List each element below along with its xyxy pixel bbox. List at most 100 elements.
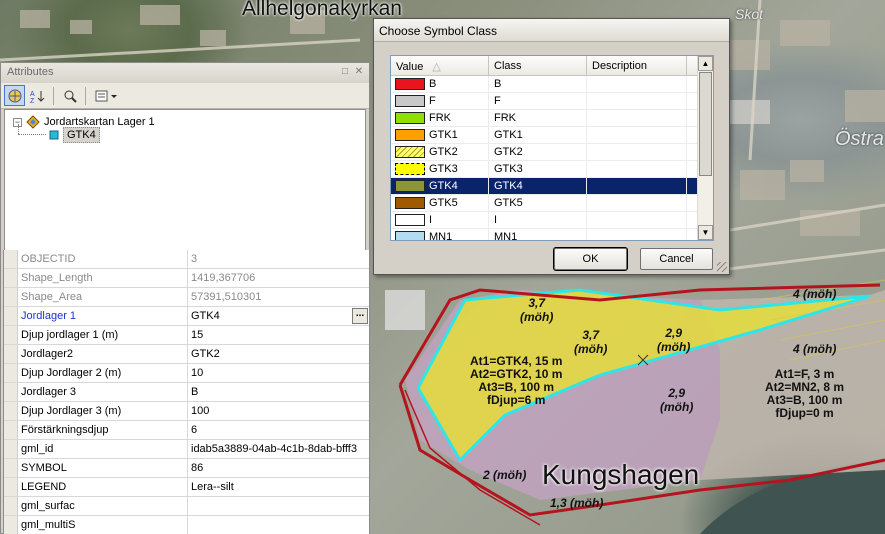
field-value[interactable]: 86 <box>188 459 369 477</box>
attribute-row[interactable]: Djup jordlager 1 (m) 15 <box>4 326 369 345</box>
symbol-class-row[interactable]: GTK4 GTK4 <box>391 178 713 195</box>
cell-description <box>587 229 687 240</box>
symbol-class-row[interactable]: GTK5 GTK5 <box>391 195 713 212</box>
list-by-layer-button[interactable] <box>4 85 25 106</box>
attribute-row[interactable]: gml_id idab5a3889-04ab-4c1b-8dab-bfff3 <box>4 440 369 459</box>
field-name: Jordlager 3 <box>18 383 188 401</box>
attribute-row[interactable]: Jordlager 3B <box>4 383 369 402</box>
field-value[interactable]: idab5a3889-04ab-4c1b-8dab-bfff3 <box>188 440 369 458</box>
symbol-class-row[interactable]: BB <box>391 76 713 93</box>
scroll-down-icon[interactable]: ▼ <box>698 225 713 240</box>
attribute-row[interactable]: Förstärkningsdjup 6 <box>4 421 369 440</box>
cell-value: F <box>391 93 489 109</box>
field-value[interactable]: 15 <box>188 326 369 344</box>
symbol-class-row[interactable]: FF <box>391 93 713 110</box>
cell-class: GTK3 <box>489 161 587 177</box>
field-name: Jordlager2 <box>18 345 188 363</box>
tree-feature-label: GTK4 <box>63 127 100 143</box>
field-name: Shape_Length <box>18 269 188 287</box>
field-value[interactable]: GTK2 <box>188 345 369 363</box>
attributes-titlebar[interactable]: Attributes □ ✕ <box>1 63 369 83</box>
map-label-district: Kungshagen <box>542 459 700 490</box>
cell-description <box>587 93 687 109</box>
field-name: LEGEND <box>18 478 188 496</box>
cell-value-text: GTK1 <box>429 129 458 141</box>
attribute-row[interactable]: Jordlager 1 GTK4... <box>4 307 369 326</box>
vertical-scrollbar[interactable]: ▲ ▼ <box>697 56 713 240</box>
attribute-row[interactable]: Shape_Length 1419,367706 <box>4 269 369 288</box>
cell-description <box>587 76 687 92</box>
attribute-row[interactable]: SYMBOL 86 <box>4 459 369 478</box>
tree-node-feature[interactable]: GTK4 <box>49 127 100 143</box>
scroll-thumb[interactable] <box>699 72 712 176</box>
attribute-row[interactable]: OBJECTID 3 <box>4 250 369 269</box>
scroll-up-icon[interactable]: ▲ <box>698 56 713 71</box>
cell-value: GTK1 <box>391 127 489 143</box>
attribute-row[interactable]: Djup Jordlager 2 (m) 10 <box>4 364 369 383</box>
field-value[interactable]: GTK4... <box>188 307 369 325</box>
field-name: Djup Jordlager 3 (m) <box>18 402 188 420</box>
column-header-value[interactable]: Value △ <box>391 56 489 75</box>
cell-value-text: GTK4 <box>429 180 458 192</box>
symbol-swatch <box>395 129 425 141</box>
symbol-class-row[interactable]: GTK2 GTK2 <box>391 144 713 161</box>
dialog-titlebar[interactable]: Choose Symbol Class <box>374 19 729 42</box>
field-value[interactable] <box>188 516 369 534</box>
field-name: Förstärkningsdjup <box>18 421 188 439</box>
column-header-class[interactable]: Class <box>489 56 587 75</box>
identify-button[interactable] <box>59 85 80 106</box>
attribute-row[interactable]: LEGEND Lera--silt <box>4 478 369 497</box>
attribute-row[interactable]: Jordlager2 GTK2 <box>4 345 369 364</box>
field-value: 1419,367706 <box>188 269 369 287</box>
restore-icon[interactable]: □ <box>339 66 351 78</box>
row-gutter <box>4 440 18 458</box>
cell-class: F <box>489 93 587 109</box>
sort-arrow-icon: △ <box>432 61 441 73</box>
row-gutter <box>4 383 18 401</box>
field-name: Djup jordlager 1 (m) <box>18 326 188 344</box>
cell-value-text: GTK5 <box>429 197 458 209</box>
field-value[interactable]: 10 <box>188 364 369 382</box>
row-gutter <box>4 326 18 344</box>
map-annotation: 4 (möh) <box>793 342 837 356</box>
attribute-row[interactable]: Djup Jordlager 3 (m) 100 <box>4 402 369 421</box>
ok-button[interactable]: OK <box>553 247 628 271</box>
cell-value: GTK2 <box>391 144 489 160</box>
cell-description <box>587 144 687 160</box>
symbol-class-row[interactable]: GTK1 GTK1 <box>391 127 713 144</box>
attribute-row[interactable]: gml_surfac <box>4 497 369 516</box>
map-label-ostra: Östra <box>835 128 884 150</box>
field-value-text: 3 <box>191 253 198 265</box>
symbol-class-row[interactable]: II <box>391 212 713 229</box>
attribute-row[interactable]: Shape_Area 57391,510301 <box>4 288 369 307</box>
field-value-text: 1419,367706 <box>191 272 256 284</box>
cell-description <box>587 195 687 211</box>
cell-value: GTK4 <box>391 178 489 194</box>
ellipsis-button[interactable]: ... <box>352 308 368 324</box>
field-value[interactable]: 100 <box>188 402 369 420</box>
symbol-class-row[interactable]: FRK FRK <box>391 110 713 127</box>
close-icon[interactable]: ✕ <box>353 66 365 78</box>
resize-grip[interactable] <box>717 262 727 272</box>
cell-description <box>587 127 687 143</box>
field-value-text: idab5a3889-04ab-4c1b-8dab-bfff3 <box>191 443 357 455</box>
field-name: gml_surfac <box>18 497 188 515</box>
sort-ascending-button[interactable]: AZ <box>27 85 48 106</box>
field-value[interactable]: Lera--silt <box>188 478 369 496</box>
dialog-title: Choose Symbol Class <box>379 24 498 38</box>
symbol-class-row[interactable]: GTK3 GTK3 <box>391 161 713 178</box>
column-header-description[interactable]: Description <box>587 56 687 75</box>
symbol-class-row[interactable]: MN1 MN1 <box>391 229 713 240</box>
options-dropdown-button[interactable] <box>91 85 121 106</box>
symbol-class-list[interactable]: Value △ Class Description B B F F FRK FRK GTK1… <box>390 55 714 241</box>
field-value[interactable]: B <box>188 383 369 401</box>
cancel-button[interactable]: Cancel <box>640 248 713 270</box>
field-value-text: GTK4 <box>191 310 220 322</box>
attribute-row[interactable]: gml_multiS <box>4 516 369 534</box>
field-value[interactable]: 6 <box>188 421 369 439</box>
symbol-swatch <box>395 231 425 240</box>
map-annotation: 2,9 (möh) <box>660 386 694 414</box>
field-value[interactable] <box>188 497 369 515</box>
cell-description <box>587 212 687 228</box>
row-gutter <box>4 269 18 287</box>
